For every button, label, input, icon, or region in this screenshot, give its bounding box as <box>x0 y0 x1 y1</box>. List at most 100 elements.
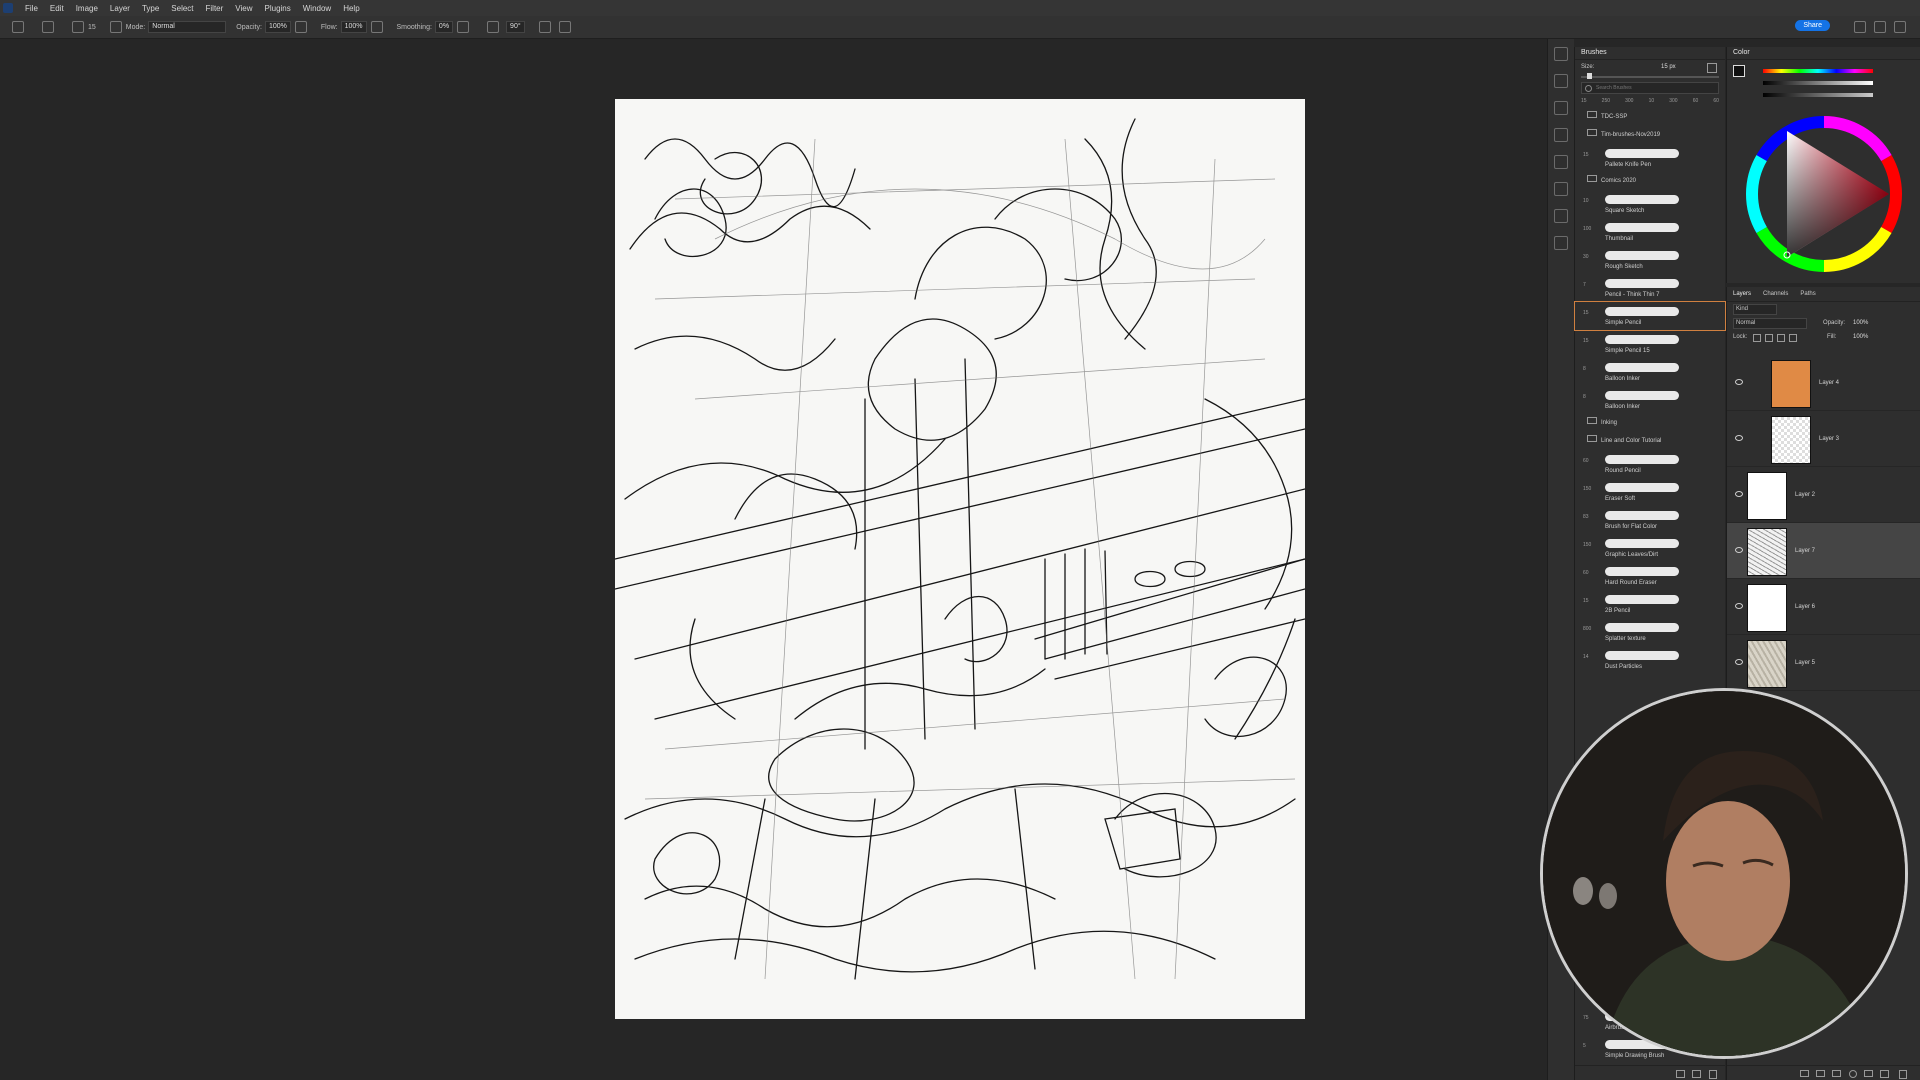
preset-size[interactable]: 250 <box>1602 98 1610 104</box>
new-folder-icon[interactable] <box>1676 1070 1685 1078</box>
brush-search-input[interactable]: Search Brushes <box>1596 85 1632 91</box>
tool-presets-icon[interactable] <box>1554 182 1568 196</box>
brush-size-slider[interactable] <box>1581 73 1719 79</box>
preset-size[interactable]: 15 <box>1581 98 1587 104</box>
hue-slider[interactable] <box>1763 69 1873 73</box>
layer-name[interactable]: Layer 7 <box>1795 548 1815 554</box>
brush-item[interactable]: 800 Splatter texture <box>1575 618 1725 646</box>
brush-folder[interactable]: Comics 2020 <box>1575 172 1725 190</box>
brush-item[interactable]: 7 Pencil - Think Thin 7 <box>1575 274 1725 302</box>
pressure-opacity-icon[interactable] <box>294 21 307 33</box>
brush-item[interactable]: 10 Square Sketch <box>1575 190 1725 218</box>
menu-help[interactable]: Help <box>337 4 365 13</box>
tab-layers[interactable]: Layers <box>1727 291 1757 297</box>
saturation-slider[interactable] <box>1763 81 1873 85</box>
menu-window[interactable]: Window <box>297 4 337 13</box>
preset-size[interactable]: 10 <box>1649 98 1655 104</box>
info-icon[interactable] <box>1554 101 1568 115</box>
menu-filter[interactable]: Filter <box>200 4 230 13</box>
lock-all-icon[interactable] <box>1789 334 1797 342</box>
history-icon[interactable] <box>1554 47 1568 61</box>
new-brush-icon[interactable] <box>1707 63 1717 73</box>
trash-icon[interactable] <box>1709 1070 1717 1079</box>
adjustment-layer-icon[interactable] <box>1849 1070 1857 1078</box>
menu-file[interactable]: File <box>19 4 44 13</box>
brush-item[interactable]: 8 Balloon Inker <box>1575 386 1725 414</box>
visibility-eye-icon[interactable] <box>1735 435 1743 441</box>
layer-filter-kind[interactable]: Kind <box>1733 304 1777 315</box>
menu-edit[interactable]: Edit <box>44 4 70 13</box>
menu-type[interactable]: Type <box>136 4 165 13</box>
lock-transparency-icon[interactable] <box>1753 334 1761 342</box>
menu-layer[interactable]: Layer <box>104 4 136 13</box>
document-canvas[interactable] <box>614 99 1306 1019</box>
layer-name[interactable]: Layer 4 <box>1819 380 1839 386</box>
layer-row[interactable]: Layer 3 <box>1727 411 1920 467</box>
visibility-eye-icon[interactable] <box>1735 659 1743 665</box>
brush-settings-icon[interactable] <box>109 21 122 33</box>
brightness-slider[interactable] <box>1763 93 1873 97</box>
layer-name[interactable]: Layer 2 <box>1795 492 1815 498</box>
layer-name[interactable]: Layer 6 <box>1795 604 1815 610</box>
layer-row[interactable]: Layer 4 <box>1727 355 1920 411</box>
brush-settings-panel-icon[interactable] <box>1554 128 1568 142</box>
brush-item[interactable]: 150 Eraser Soft <box>1575 478 1725 506</box>
share-button[interactable]: Share <box>1795 20 1830 31</box>
search-icon[interactable] <box>1854 21 1866 33</box>
layer-opacity-field[interactable]: 100% <box>1853 316 1868 330</box>
brush-item[interactable]: 14 Dust Particles <box>1575 646 1725 674</box>
blend-mode-select[interactable]: Normal <box>1733 318 1807 329</box>
brush-item[interactable]: 30 Rough Sketch <box>1575 246 1725 274</box>
angle-field[interactable]: 90° <box>506 21 525 33</box>
layer-row[interactable]: Layer 2 <box>1727 467 1920 523</box>
brush-tool-icon[interactable] <box>42 21 54 33</box>
brush-item[interactable]: 83 Brush for Flat Color <box>1575 506 1725 534</box>
brush-item[interactable]: 100 Thumbnail <box>1575 218 1725 246</box>
layer-row[interactable]: Layer 5 <box>1727 635 1920 691</box>
new-layer-icon[interactable] <box>1880 1070 1889 1078</box>
menu-plugins[interactable]: Plugins <box>259 4 297 13</box>
layer-name[interactable]: Layer 5 <box>1795 660 1815 666</box>
tab-channels[interactable]: Channels <box>1757 291 1794 297</box>
visibility-eye-icon[interactable] <box>1735 547 1743 553</box>
flow-field[interactable]: 100% <box>340 21 367 33</box>
brush-item[interactable]: 15 Pallete Knife Pen <box>1575 144 1725 172</box>
visibility-eye-icon[interactable] <box>1735 379 1743 385</box>
trash-icon[interactable] <box>1899 1070 1907 1079</box>
brush-size-slider-handle[interactable] <box>1587 73 1592 79</box>
color-wheel[interactable] <box>1739 109 1909 279</box>
libraries-icon[interactable] <box>1554 236 1568 250</box>
brush-folder[interactable]: Inking <box>1575 414 1725 432</box>
color-tab[interactable]: Color <box>1727 47 1920 60</box>
gear-icon[interactable] <box>457 21 470 33</box>
opacity-field[interactable]: 100% <box>264 21 291 33</box>
link-layers-icon[interactable] <box>1800 1070 1809 1077</box>
clone-source-icon[interactable] <box>1554 155 1568 169</box>
new-group-icon[interactable] <box>1864 1070 1873 1077</box>
brush-item[interactable]: 150 Graphic Leaves/Dirt <box>1575 534 1725 562</box>
layer-row[interactable]: Layer 6 <box>1727 579 1920 635</box>
preset-size[interactable]: 60 <box>1713 98 1719 104</box>
brush-item[interactable]: 15 Simple Pencil 15 <box>1575 330 1725 358</box>
smoothing-field[interactable]: 0% <box>434 21 454 33</box>
menu-image[interactable]: Image <box>70 4 104 13</box>
preset-size[interactable]: 60 <box>1693 98 1699 104</box>
pressure-size-icon[interactable] <box>538 21 551 33</box>
brush-item[interactable]: 15 2B Pencil <box>1575 590 1725 618</box>
lock-position-icon[interactable] <box>1777 334 1785 342</box>
brush-item-selected[interactable]: 15 Simple Pencil <box>1574 301 1726 331</box>
layer-mask-icon[interactable] <box>1832 1070 1841 1077</box>
symmetry-icon[interactable] <box>558 21 571 33</box>
workspace-icon[interactable] <box>1894 21 1906 33</box>
brush-preset-icon[interactable] <box>72 21 84 33</box>
layer-name[interactable]: Layer 3 <box>1819 436 1839 442</box>
brush-item[interactable]: 8 Balloon Inker <box>1575 358 1725 386</box>
brush-item[interactable]: 60 Round Pencil <box>1575 450 1725 478</box>
actions-play-icon[interactable] <box>1554 74 1568 88</box>
preset-size[interactable]: 300 <box>1669 98 1677 104</box>
fx-icon[interactable] <box>1816 1070 1825 1077</box>
brush-item[interactable]: 60 Hard Round Eraser <box>1575 562 1725 590</box>
layer-row-selected[interactable]: Layer 7 <box>1727 523 1920 579</box>
menu-view[interactable]: View <box>229 4 258 13</box>
home-icon[interactable] <box>12 21 24 33</box>
